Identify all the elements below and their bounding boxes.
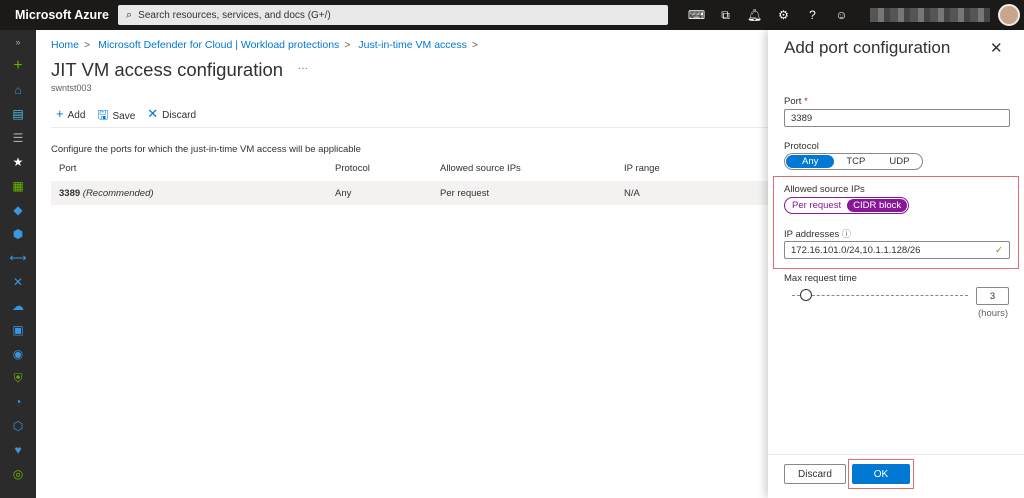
port-value: 3389: [59, 187, 81, 199]
header-source: Allowed source IPs: [440, 162, 521, 174]
header-range: IP range: [624, 162, 660, 174]
protocol-any[interactable]: Any: [786, 155, 835, 168]
port-input[interactable]: 3389: [784, 109, 1010, 127]
cost-icon[interactable]: ◎: [0, 462, 36, 486]
dashboard-icon[interactable]: ▤: [0, 102, 36, 126]
save-button[interactable]: 🖫︎ Save: [97, 106, 135, 128]
breadcrumb: Home > Microsoft Defender for Cloud | Wor…: [51, 39, 479, 51]
search-input[interactable]: ⌕ Search resources, services, and docs (G…: [118, 5, 668, 25]
check-icon: ✓: [995, 245, 1003, 256]
cloud-icon[interactable]: ☁: [0, 294, 36, 318]
close-icon[interactable]: ✕: [990, 39, 1003, 57]
sidebar: » + ⌂ ▤ ☰ ★ ▦ ◆ ⬢ ⟷ ✕ ☁ ▣ ◉ ⛨ ◔ ⬡ ♥ ◎: [0, 30, 36, 498]
gear-icon[interactable]: ⚙: [769, 8, 798, 22]
cloud-shell-icon[interactable]: ⌨: [682, 8, 711, 22]
search-icon: ⌕: [126, 8, 133, 21]
help-icon[interactable]: ?: [798, 8, 827, 22]
save-label: Save: [112, 111, 136, 122]
discard-button[interactable]: ✕ Discard: [147, 106, 196, 128]
max-time-slider[interactable]: [792, 295, 968, 296]
cell-source: Per request: [440, 187, 490, 199]
footer-divider: [768, 454, 1024, 455]
divider: [51, 127, 791, 128]
load-balancer-icon[interactable]: ◉: [0, 342, 36, 366]
cell-range: N/A: [624, 187, 640, 199]
source-cidr[interactable]: CIDR block: [847, 199, 908, 212]
plus-icon: +: [56, 106, 64, 121]
avatar[interactable]: [998, 4, 1020, 26]
slider-handle[interactable]: [800, 289, 812, 301]
brand[interactable]: Microsoft Azure: [0, 8, 118, 22]
info-icon: ⓘ: [841, 229, 851, 239]
toolbar: + Add 🖫︎ Save ✕ Discard: [56, 106, 196, 128]
hours-unit: (hours): [978, 308, 1009, 319]
ip-input[interactable]: 172.16.101.0/24,10.1.1.128/26 ✓: [784, 241, 1010, 259]
header-protocol: Protocol: [335, 162, 370, 174]
all-resources-icon[interactable]: ▦: [0, 174, 36, 198]
discard-label: Discard: [162, 110, 197, 121]
resource-groups-icon[interactable]: ◆: [0, 198, 36, 222]
header-port: Port: [59, 162, 77, 174]
protocol-label: Protocol: [784, 141, 819, 152]
max-time-input[interactable]: 3: [976, 287, 1009, 305]
description: Configure the ports for which the just-i…: [51, 144, 361, 155]
cell-port: 3389 (Recommended): [51, 188, 335, 199]
ip-label: IP addresses ⓘ: [784, 229, 851, 240]
close-icon: ✕: [147, 106, 159, 121]
monitor-icon[interactable]: ◔: [0, 390, 36, 414]
more-icon[interactable]: ···: [298, 63, 308, 74]
max-time-label: Max request time: [784, 273, 857, 284]
discard-button[interactable]: Discard: [784, 464, 846, 484]
table-row[interactable]: 3389 (Recommended) Any Per request N/A: [51, 181, 791, 205]
health-icon[interactable]: ♥: [0, 438, 36, 462]
directory-filter-icon[interactable]: ⧉: [711, 8, 740, 23]
ok-button[interactable]: OK: [852, 464, 910, 484]
network-icon[interactable]: ⟷: [0, 246, 36, 270]
account-info[interactable]: [870, 8, 990, 22]
add-port-panel: Add port configuration ✕ Port * 3389 Pro…: [768, 30, 1024, 498]
panel-title: Add port configuration: [784, 38, 951, 57]
security-icon[interactable]: ⛨: [0, 366, 36, 390]
all-services-icon[interactable]: ☰: [0, 126, 36, 150]
app-services-icon[interactable]: ⬢: [0, 222, 36, 246]
top-bar: Microsoft Azure ⌕ Search resources, servi…: [0, 0, 1024, 30]
breadcrumb-home[interactable]: Home: [51, 39, 79, 51]
page-subtitle: swntst003: [51, 83, 92, 93]
breadcrumb-jit[interactable]: Just-in-time VM access: [358, 39, 467, 51]
source-per-request[interactable]: Per request: [786, 199, 847, 212]
add-button[interactable]: + Add: [56, 106, 85, 128]
main-content: Home > Microsoft Defender for Cloud | Wor…: [36, 30, 791, 498]
add-label: Add: [67, 110, 86, 121]
save-icon: 🖫︎: [97, 107, 109, 122]
protocol-toggle: Any TCP UDP: [784, 153, 924, 170]
bell-icon[interactable]: 🔔︎: [740, 8, 769, 22]
vm-icon[interactable]: ▣: [0, 318, 36, 342]
sql-icon[interactable]: ✕: [0, 270, 36, 294]
table-header: Port Protocol Allowed source IPs IP rang…: [51, 156, 791, 180]
create-resource-icon[interactable]: +: [0, 54, 36, 78]
favorites-icon[interactable]: ★: [0, 150, 36, 174]
source-label: Allowed source IPs: [784, 184, 865, 195]
search-placeholder: Search resources, services, and docs (G+…: [138, 9, 331, 21]
ip-value: 172.16.101.0/24,10.1.1.128/26: [791, 245, 921, 256]
port-note: (Recommended): [82, 187, 154, 199]
cell-protocol: Any: [335, 187, 352, 199]
advisor-icon[interactable]: ⬡: [0, 414, 36, 438]
feedback-icon[interactable]: ☺: [827, 8, 856, 22]
home-icon[interactable]: ⌂: [0, 78, 36, 102]
port-label: Port *: [784, 96, 808, 107]
source-toggle: Per request CIDR block: [784, 197, 910, 214]
expand-icon[interactable]: »: [0, 30, 36, 54]
protocol-udp[interactable]: UDP: [877, 155, 921, 168]
page-title: JIT VM access configuration: [51, 59, 284, 80]
protocol-tcp[interactable]: TCP: [834, 155, 877, 168]
breadcrumb-defender[interactable]: Microsoft Defender for Cloud | Workload …: [98, 39, 339, 51]
